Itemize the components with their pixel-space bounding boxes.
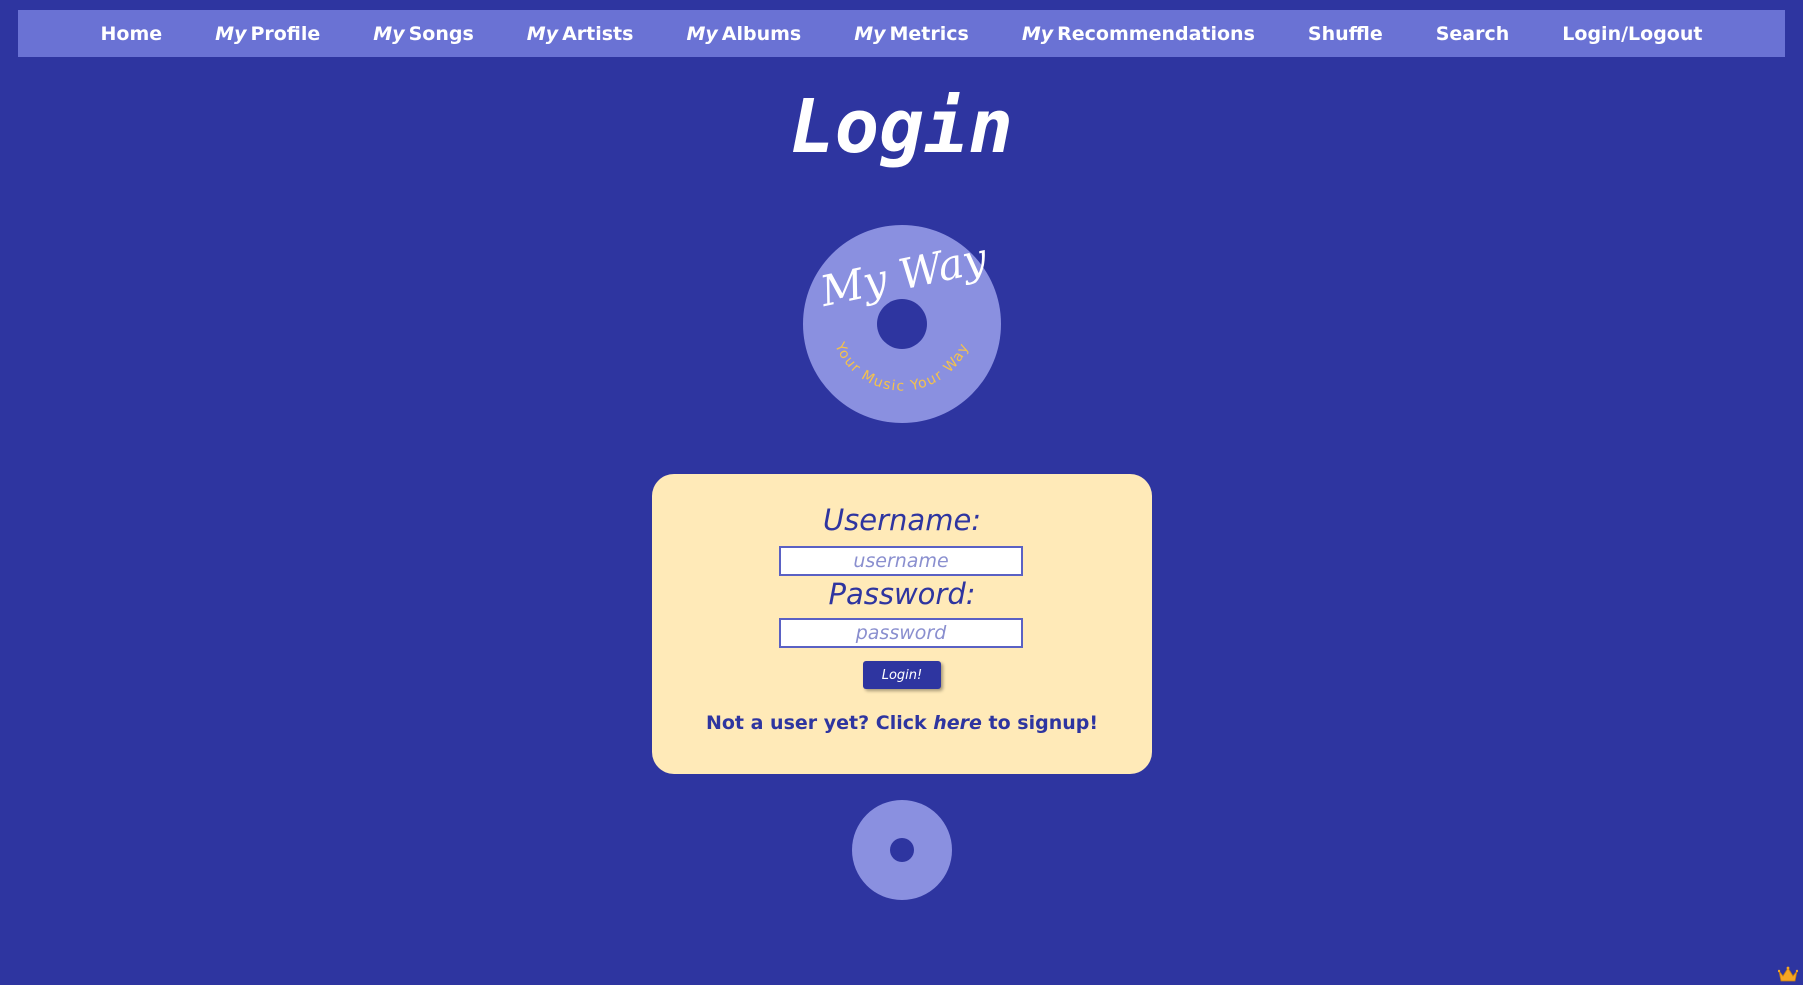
nav-my-albums-link[interactable]: My Albums xyxy=(686,23,801,45)
my-way-disc-logo: My Way Your Music Your Way xyxy=(803,225,1001,423)
nav-shuffle-link[interactable]: Shuffle xyxy=(1308,23,1383,45)
page-title: Login xyxy=(790,84,1013,170)
signup-prefix-text: Not a user yet? Click xyxy=(705,712,934,734)
nav-search-link[interactable]: Search xyxy=(1436,23,1510,45)
nav-my-prefix: My xyxy=(1021,22,1054,45)
signup-link[interactable]: here xyxy=(933,712,982,734)
disc-hole xyxy=(877,299,927,349)
nav-albums-label: Albums xyxy=(721,22,802,45)
nav-artists-label: Artists xyxy=(562,22,634,45)
small-disc-icon xyxy=(852,800,952,900)
nav-home-link[interactable]: Home xyxy=(101,23,163,45)
nav-my-prefix: My xyxy=(526,22,559,45)
nav-login-logout-link[interactable]: Login/Logout xyxy=(1562,23,1702,45)
nav-recommendations-label: Recommendations xyxy=(1057,22,1255,45)
nav-my-artists-link[interactable]: My Artists xyxy=(527,23,634,45)
nav-my-songs-link[interactable]: My Songs xyxy=(373,23,473,45)
nav-songs-label: Songs xyxy=(408,22,474,45)
password-input[interactable] xyxy=(779,618,1023,648)
nav-my-prefix: My xyxy=(854,22,886,45)
nav-my-prefix: My xyxy=(373,22,405,45)
small-disc-hole xyxy=(890,838,914,862)
main-navbar: Home My Profile My Songs My Artists My Album… xyxy=(18,10,1785,57)
login-card: Username: Password: Login! Not a user ye… xyxy=(652,474,1152,774)
login-button[interactable]: Login! xyxy=(863,661,941,689)
nav-my-recommendations-link[interactable]: My Recommendations xyxy=(1022,23,1255,45)
nav-my-prefix: My xyxy=(215,22,247,45)
nav-my-prefix: My xyxy=(686,22,718,45)
username-input[interactable] xyxy=(779,546,1023,576)
crown-icon xyxy=(1778,966,1798,982)
signup-suffix-text: to signup! xyxy=(981,712,1099,734)
username-label: Username: xyxy=(822,503,982,537)
nav-my-profile-link[interactable]: My Profile xyxy=(215,23,320,45)
nav-metrics-label: Metrics xyxy=(889,22,969,45)
signup-prompt: Not a user yet? Click here to signup! xyxy=(652,710,1152,736)
nav-profile-label: Profile xyxy=(250,22,321,45)
password-label: Password: xyxy=(828,577,976,611)
nav-my-metrics-link[interactable]: My Metrics xyxy=(854,23,969,45)
